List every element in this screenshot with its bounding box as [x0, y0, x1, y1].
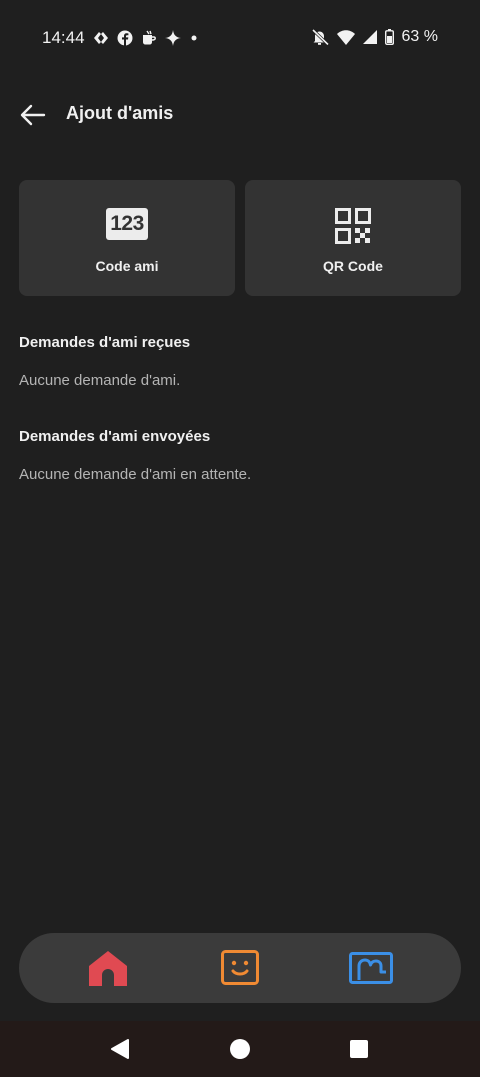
- qr-code-button[interactable]: QR Code: [245, 180, 461, 296]
- system-recents-button[interactable]: [347, 1037, 371, 1061]
- system-home-button[interactable]: [228, 1037, 252, 1061]
- nav-map[interactable]: [349, 947, 393, 989]
- qr-code-icon: [335, 208, 371, 244]
- circle-home-icon: [229, 1038, 251, 1060]
- signal-icon: [362, 30, 377, 44]
- square-recents-icon: [349, 1039, 369, 1059]
- status-bar: 14:44 63 %: [0, 0, 480, 78]
- battery-icon: [384, 29, 394, 45]
- system-nav-bar: [0, 1021, 480, 1077]
- nav-home[interactable]: [86, 947, 130, 989]
- friend-code-label: Code ami: [95, 258, 159, 274]
- mute-icon: [311, 29, 329, 45]
- triangle-back-icon: [110, 1038, 130, 1060]
- qr-code-label: QR Code: [323, 258, 383, 274]
- app-bar: Ajout d'amis: [0, 90, 480, 138]
- arrow-back-icon: [20, 104, 46, 126]
- received-requests-empty: Aucune demande d'ami.: [19, 372, 181, 389]
- page-title: Ajout d'amis: [66, 103, 174, 123]
- sent-requests-empty: Aucune demande d'ami en attente.: [19, 466, 252, 483]
- numeric-123-icon: 123: [106, 208, 148, 240]
- smiley-face-icon: [220, 950, 260, 986]
- sparkle-icon: [164, 30, 181, 46]
- back-button[interactable]: [16, 98, 50, 132]
- map-icon: [349, 952, 393, 984]
- received-requests-heading: Demandes d'ami reçues: [19, 334, 191, 351]
- wifi-icon: [336, 29, 355, 45]
- friend-code-button[interactable]: 123 Code ami: [19, 180, 235, 296]
- home-icon: [88, 950, 128, 986]
- carrefour-icon: [93, 31, 109, 45]
- facebook-icon: [117, 30, 133, 46]
- battery-percent: 63 %: [401, 28, 438, 45]
- nav-friends[interactable]: [218, 947, 262, 989]
- sent-requests-heading: Demandes d'ami envoyées: [19, 428, 211, 445]
- bottom-nav: [19, 933, 461, 1003]
- add-method-options: 123 Code ami QR Code: [19, 180, 461, 296]
- system-back-button[interactable]: [108, 1037, 132, 1061]
- dot-icon: [189, 33, 199, 43]
- clock: 14:44: [42, 28, 85, 47]
- mug-icon: [141, 30, 157, 46]
